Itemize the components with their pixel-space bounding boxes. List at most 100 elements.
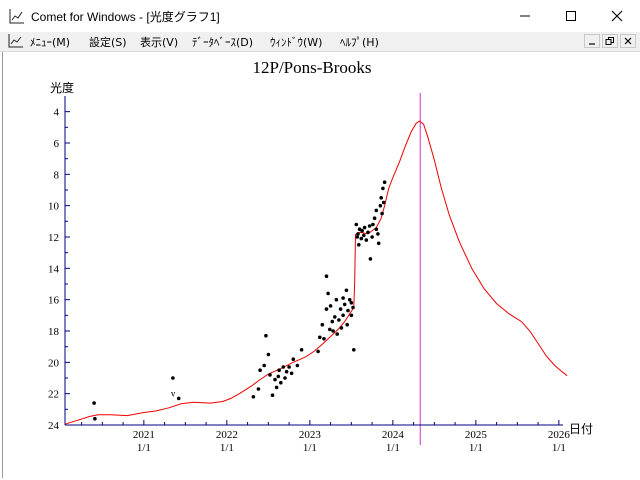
observation-point [171, 376, 175, 380]
observation-point [354, 222, 359, 227]
x-tick-year-label: 2025 [465, 429, 488, 441]
menu-item-menu[interactable]: ﾒﾆｭｰ(M) [30, 34, 70, 50]
observation-point [335, 332, 340, 336]
observation-point [338, 307, 343, 311]
observation-point [273, 377, 277, 382]
observation-point [341, 296, 345, 300]
observation-point [281, 365, 286, 369]
close-icon [624, 37, 632, 45]
observation-point [364, 238, 369, 242]
mdi-close-button[interactable] [620, 34, 636, 48]
observation-point [266, 352, 271, 357]
x-tick-year-label: 2021 [133, 429, 155, 441]
observation-point [270, 393, 275, 398]
x-tick-year-label: 2026 [548, 429, 571, 441]
minimize-icon [520, 15, 530, 17]
observation-point [326, 291, 330, 296]
observation-point [251, 395, 256, 399]
observation-point [359, 236, 364, 241]
observation-point [378, 203, 383, 208]
observation-point [355, 235, 360, 239]
observation-point [299, 348, 304, 352]
observation-point [328, 304, 333, 308]
x-tick-year-label: 2024 [382, 429, 405, 441]
minimize-icon [589, 43, 595, 45]
observation-point [357, 243, 361, 247]
menu-bar: ﾒﾆｭｰ(M) 設定(S) 表示(V) ﾃﾞｰﾀﾍﾞｰｽ(D) ｳｨﾝﾄﾞｳ(W… [0, 32, 640, 52]
observation-point [356, 232, 360, 236]
observation-point [320, 322, 325, 327]
observation-point [374, 227, 379, 231]
x-tick-date-label: 1/1 [552, 442, 566, 454]
y-tick-label: 12 [48, 232, 59, 244]
document-chart-icon[interactable] [8, 34, 24, 48]
observation-point [176, 396, 181, 401]
observation-point [362, 225, 367, 230]
x-tick-date-label: 1/1 [469, 442, 483, 454]
observation-point [291, 357, 296, 362]
observation-point [330, 319, 335, 324]
observation-point [289, 371, 294, 376]
observation-point [295, 363, 300, 368]
observation-point [345, 322, 350, 327]
menu-item-window[interactable]: ｳｨﾝﾄﾞｳ(W) [270, 34, 322, 50]
x-tick-date-label: 1/1 [386, 442, 400, 454]
mdi-minimize-button[interactable] [584, 34, 600, 48]
observation-point [381, 186, 385, 191]
mdi-restore-button[interactable] [602, 34, 618, 48]
observation-point [341, 313, 345, 318]
y-tick-label: 24 [48, 420, 60, 432]
maximize-button[interactable] [548, 0, 594, 32]
menu-item-view[interactable]: 表示(V) [140, 34, 178, 50]
observation-point [318, 335, 322, 340]
menu-item-help[interactable]: ﾍﾙﾌﾟ(H) [340, 34, 379, 50]
restore-icon [605, 37, 614, 45]
observation-point [328, 327, 332, 332]
y-tick-label: 6 [54, 138, 60, 150]
observation-point [380, 211, 384, 216]
window-title: Comet for Windows - [光度グラフ1] [31, 10, 220, 24]
observation-point [368, 257, 373, 261]
observation-point [349, 301, 354, 305]
observation-point [284, 369, 289, 374]
maximize-icon [566, 11, 576, 21]
y-tick-label: 14 [48, 263, 60, 275]
observation-point [382, 180, 387, 184]
observation-point [262, 363, 267, 368]
observation-point [277, 368, 281, 373]
observation-point [333, 315, 337, 319]
observation-point [371, 222, 375, 227]
observation-point [351, 305, 355, 310]
observation-point [362, 233, 366, 238]
observation-point [342, 302, 347, 307]
y-tick-label: 18 [48, 326, 60, 338]
observation-point [92, 401, 96, 405]
x-tick-year-label: 2022 [216, 429, 238, 441]
minimize-button[interactable] [502, 0, 548, 32]
menu-item-database[interactable]: ﾃﾞｰﾀﾍﾞｰｽ(D) [192, 34, 253, 50]
observation-point [366, 230, 370, 235]
menu-item-settings[interactable]: 設定(S) [89, 34, 127, 50]
x-axis-label: 日付 [569, 422, 593, 436]
observation-point [376, 241, 381, 246]
chart-title: 12P/Pons-Brooks [252, 58, 371, 77]
observation-point [324, 274, 329, 278]
upper-limit-marker: v [171, 389, 176, 399]
observation-point [346, 308, 350, 313]
observation-point [258, 368, 262, 373]
observation-point [370, 235, 374, 239]
observation-point [276, 374, 281, 379]
x-tick-date-label: 1/1 [220, 442, 234, 454]
observation-point [256, 387, 261, 391]
observation-point [287, 365, 291, 369]
observation-point [372, 216, 377, 220]
observation-point [324, 307, 329, 311]
observation-point [264, 333, 268, 338]
app-chart-icon [9, 9, 24, 24]
close-button[interactable] [594, 0, 640, 32]
y-tick-label: 4 [54, 107, 60, 119]
observation-point [374, 208, 379, 213]
observation-point [344, 288, 349, 293]
y-tick-label: 8 [54, 169, 60, 181]
title-bar[interactable]: Comet for Windows - [光度グラフ1] [0, 0, 640, 32]
